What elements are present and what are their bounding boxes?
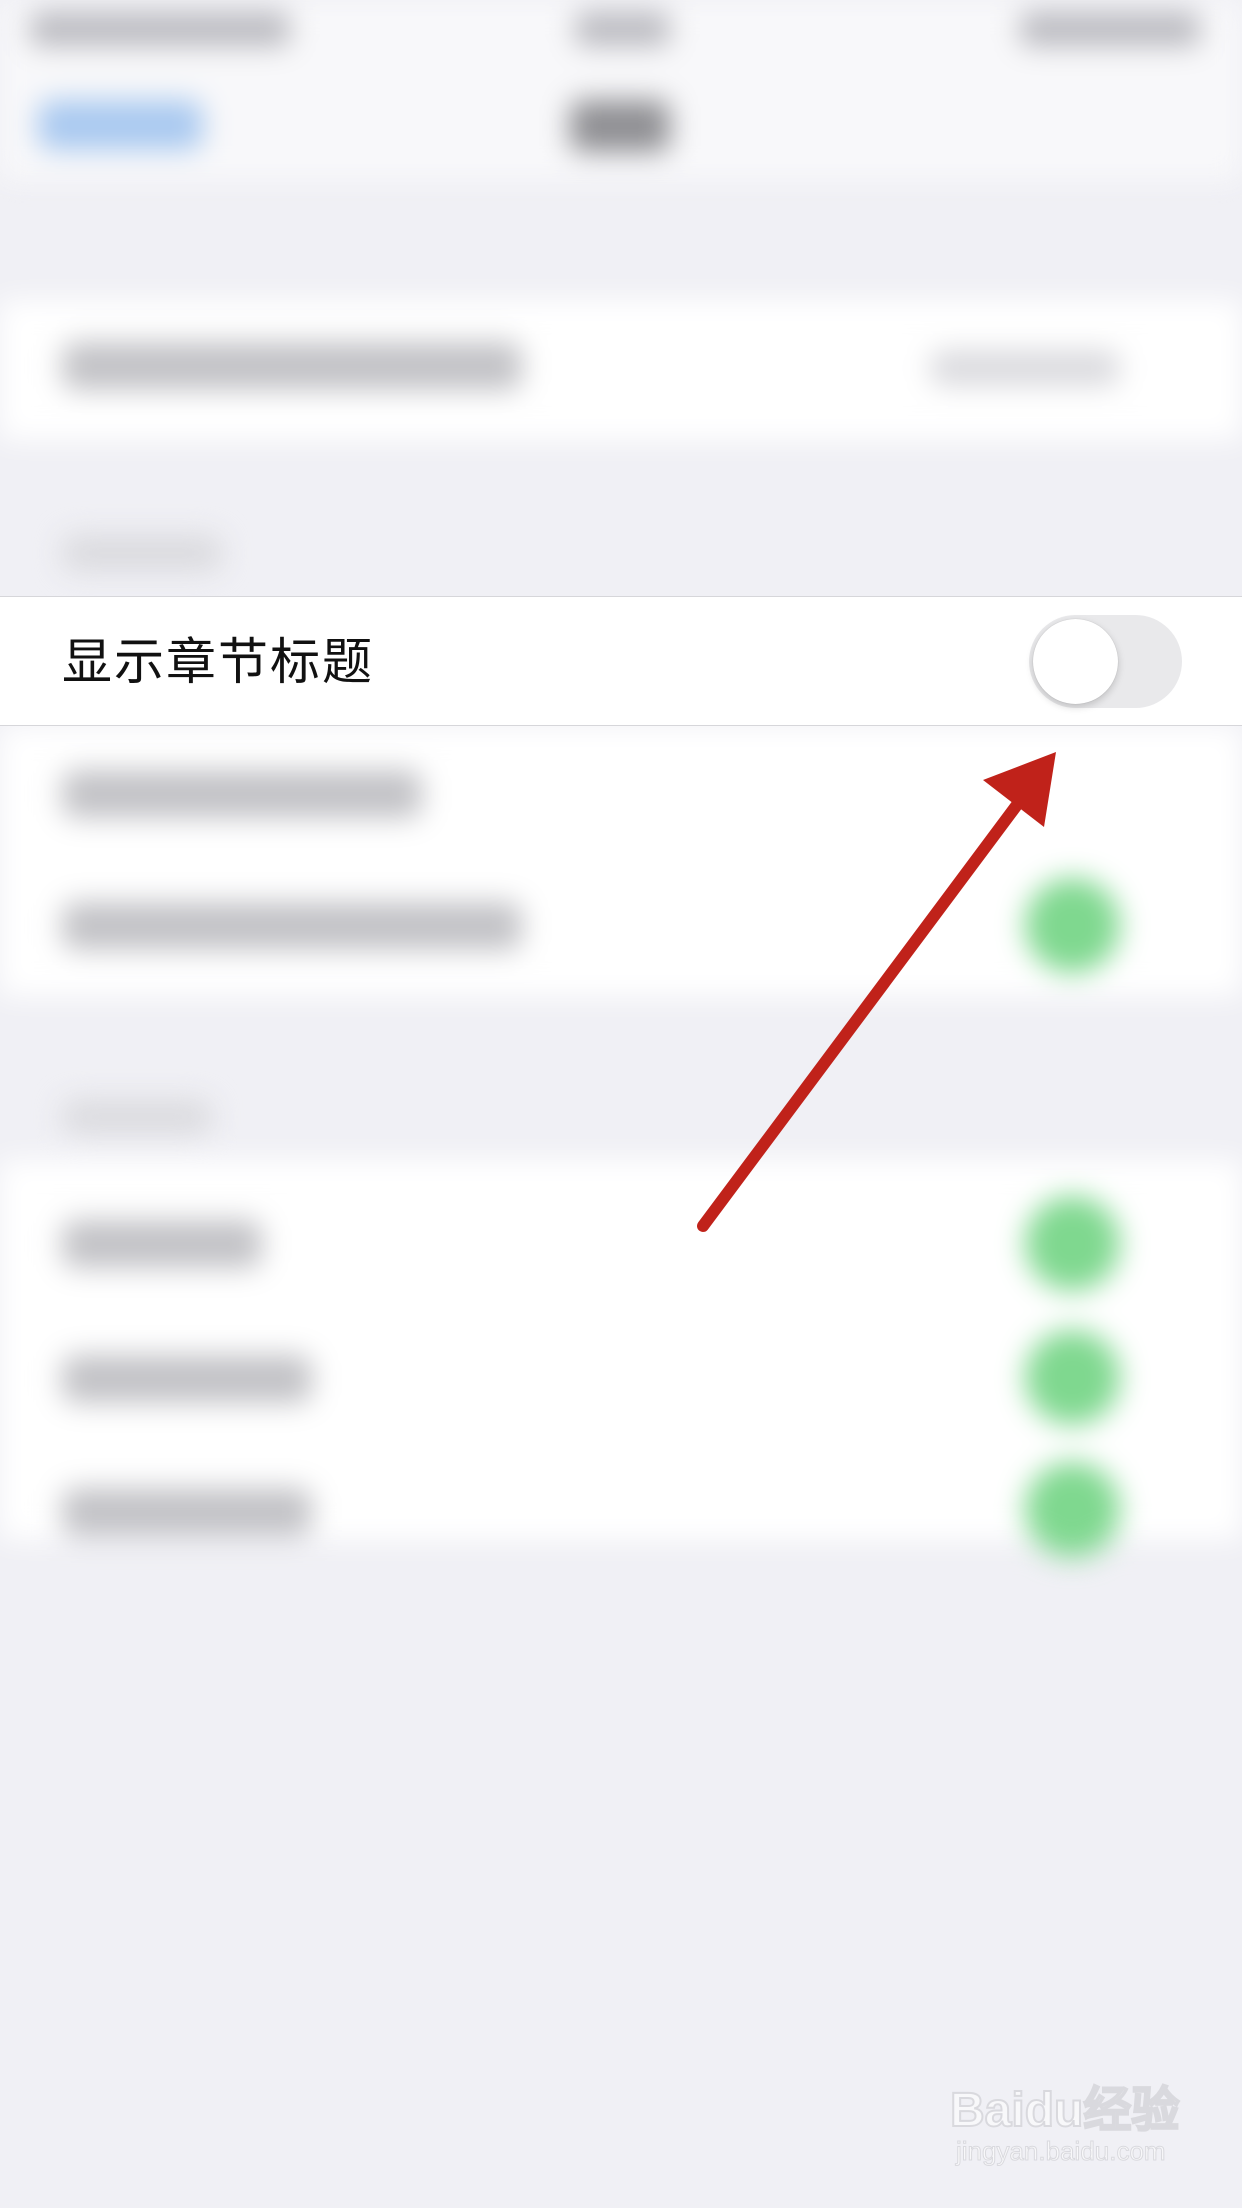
section-header: [62, 535, 222, 571]
row-label: [62, 902, 522, 950]
row-label: [62, 1355, 312, 1403]
row-label: [62, 342, 522, 390]
toggle-on[interactable]: [1025, 1196, 1120, 1291]
settings-group: [0, 1160, 1242, 1557]
settings-row-top[interactable]: [0, 300, 1242, 440]
row-label: [62, 770, 422, 818]
row-label: [62, 1488, 312, 1536]
nav-title: [570, 100, 670, 152]
show-chapter-title-toggle[interactable]: [1029, 615, 1182, 708]
navigation-bar: [0, 0, 1242, 180]
toggle-knob: [1033, 619, 1118, 704]
show-chapter-title-row: 显示章节标题: [0, 596, 1242, 726]
toggle-on[interactable]: [1025, 878, 1120, 973]
watermark-url: jingyan.baidu.com: [956, 2136, 1167, 2167]
settings-group: [0, 726, 1242, 996]
toggle-on[interactable]: [1025, 1462, 1120, 1557]
show-chapter-title-label: 显示章节标题: [62, 633, 374, 691]
status-bar-battery: [1020, 12, 1200, 46]
toggle-on[interactable]: [1025, 1330, 1120, 1425]
watermark-logo: Baidu经验: [949, 2083, 1180, 2138]
row-label: [62, 1220, 262, 1268]
back-button[interactable]: [38, 100, 203, 150]
row-value: [930, 350, 1120, 386]
blurred-background: [0, 0, 1242, 2208]
status-bar-carrier: [30, 12, 290, 46]
status-bar-time: [575, 12, 670, 46]
baidu-watermark: Baidu经验 jingyan.baidu.com: [949, 2070, 1220, 2190]
section-header: [62, 1100, 212, 1134]
